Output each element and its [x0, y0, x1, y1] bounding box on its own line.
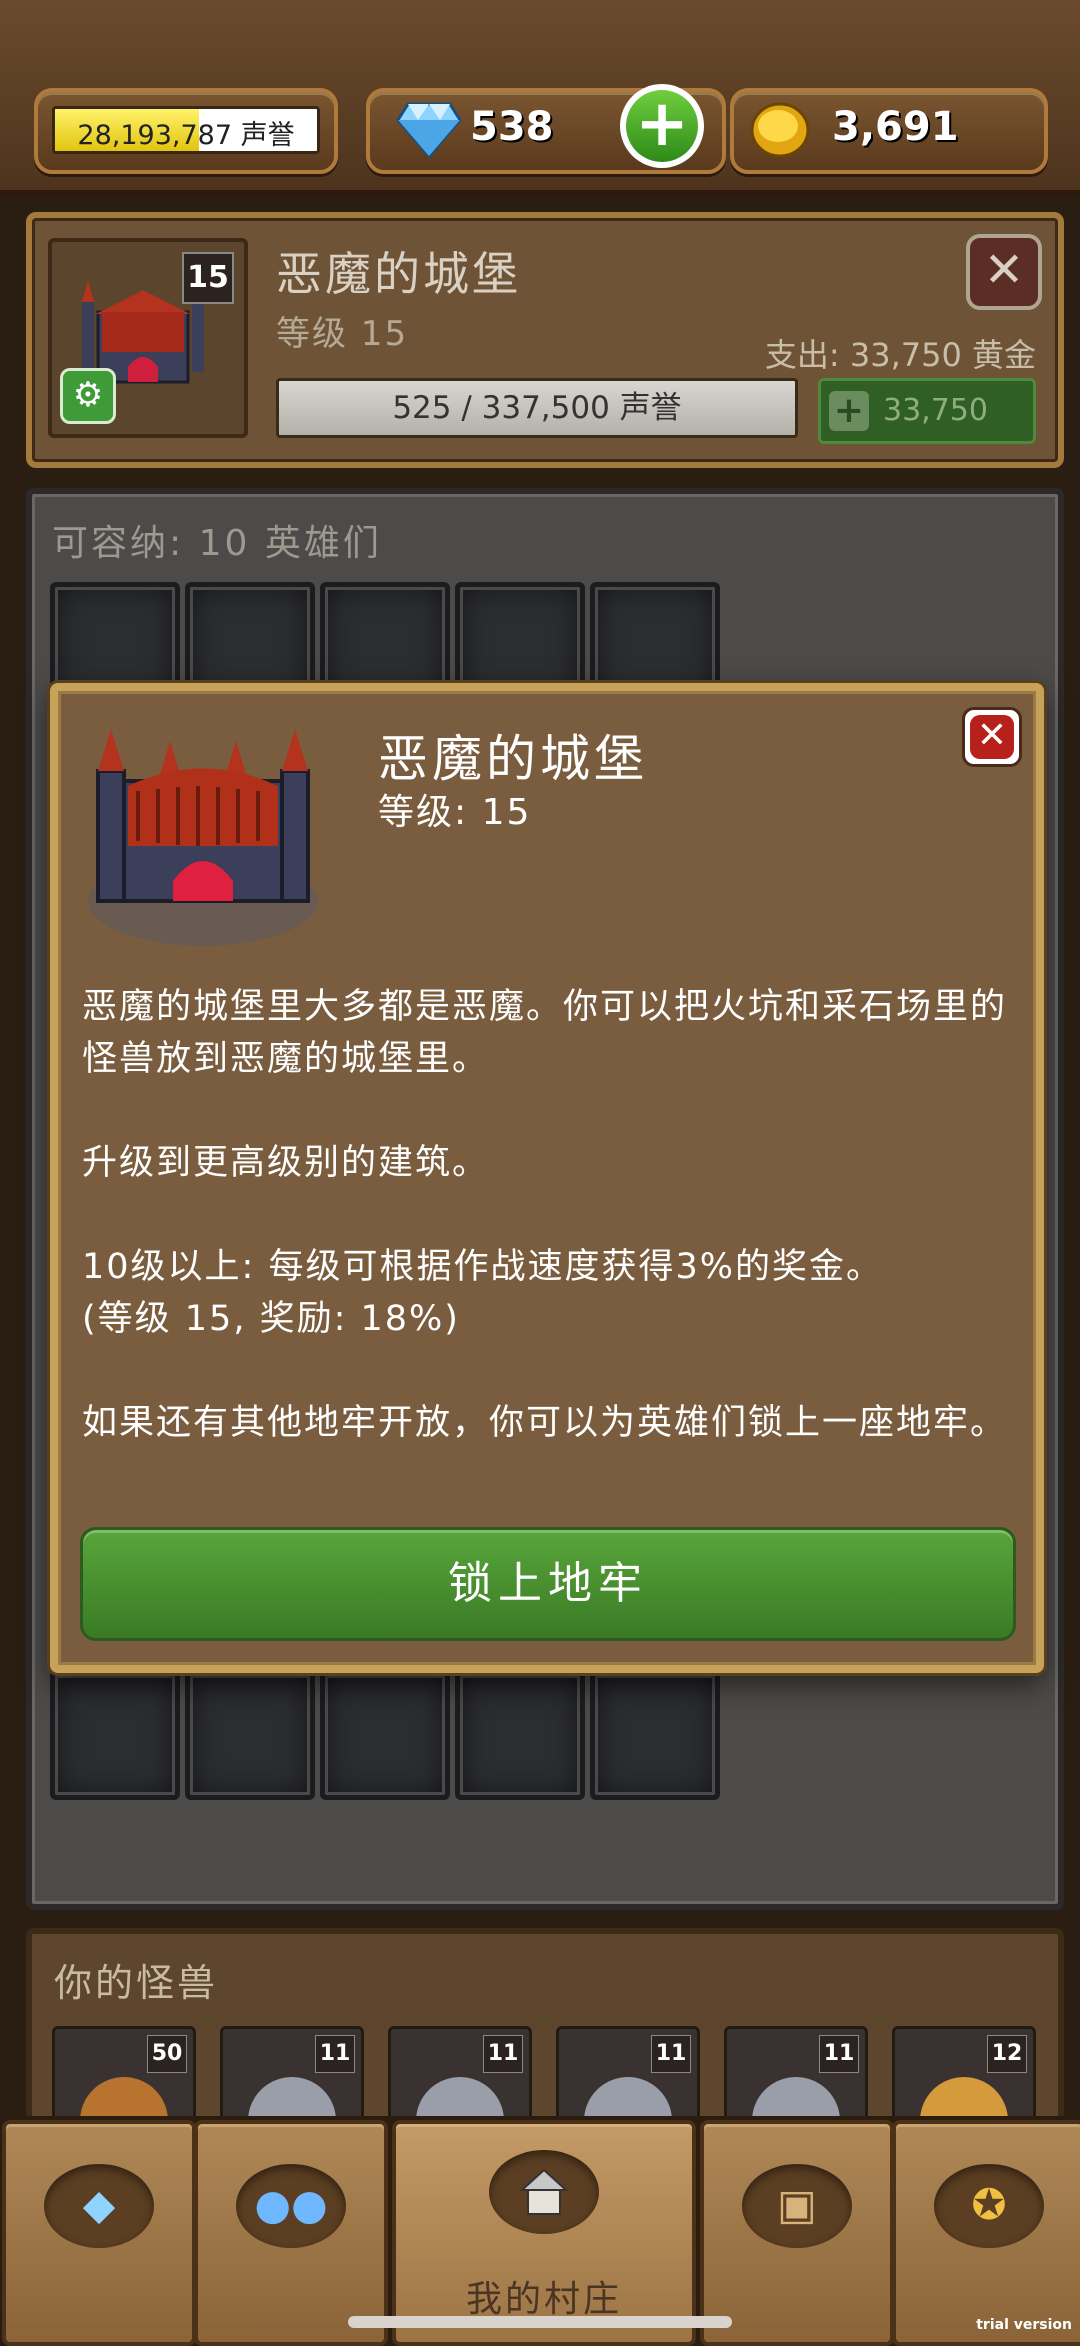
close-icon: ✕: [970, 715, 1014, 759]
monster-level-badge: 11: [315, 2035, 355, 2073]
dialog-description: 恶魔的城堡里大多都是恶魔。你可以把火坑和采石场里的怪兽放到恶魔的城堡里。 升级到…: [82, 981, 1012, 1501]
plus-icon: +: [829, 391, 869, 431]
upgrade-cost: 支出: 33,750 黄金: [764, 336, 1036, 374]
building-level: 等级 15: [276, 314, 409, 354]
description-paragraph: (等级 15, 奖励: 18%): [82, 1299, 460, 1339]
medal-icon: ✪: [971, 2180, 1007, 2229]
building-card: 15 ⚙ 恶魔的城堡 等级 15 ✕ 支出: 33,750 黄金 525 / 3…: [26, 212, 1064, 468]
dungeon-capacity: 可容纳: 10 英雄们: [52, 523, 382, 564]
plus-icon: +: [626, 90, 698, 162]
people-icon: ●●: [254, 2180, 328, 2229]
monster-level-badge: 11: [651, 2035, 691, 2073]
monster-level-badge: 50: [147, 2035, 187, 2073]
reputation-bar: 28,193,787 声誉: [52, 106, 320, 154]
reputation-text: 28,193,787 声誉: [77, 120, 295, 151]
home-indicator: [348, 2316, 732, 2328]
gear-icon[interactable]: ⚙: [60, 368, 116, 424]
gold-count: 3,691: [832, 104, 959, 150]
description-paragraph: 升级到更高级别的建筑。: [82, 1143, 490, 1183]
diamond-icon: ◆: [82, 2180, 116, 2229]
monster-level-badge: 11: [483, 2035, 523, 2073]
monster-level-badge: 11: [819, 2035, 859, 2073]
nav-village-button[interactable]: 我的村庄: [392, 2120, 696, 2346]
description-paragraph: 10级以上: 每级可根据作战速度获得3%的奖金。: [82, 1247, 883, 1287]
reputation-counter: 28,193,787 声誉: [34, 88, 338, 174]
trial-watermark: trial version: [976, 2317, 1072, 2333]
demon-castle-icon: [88, 729, 318, 946]
description-paragraph: 恶魔的城堡里大多都是恶魔。你可以把火坑和采石场里的怪兽放到恶魔的城堡里。: [82, 987, 1008, 1079]
reputation-progress: 525 / 337,500 声誉: [276, 378, 798, 438]
building-info-dialog: 恶魔的城堡 等级: 15 ✕ 恶魔的城堡里大多都是恶魔。你可以把火坑和采石场里的…: [50, 683, 1044, 1673]
treasure-chest-icon: ▣: [777, 2180, 817, 2229]
close-dialog-button[interactable]: ✕: [962, 707, 1022, 767]
monster-level-badge: 12: [987, 2035, 1027, 2073]
dungeon-cell[interactable]: [320, 1670, 450, 1800]
dungeon-cell[interactable]: [185, 1670, 315, 1800]
description-paragraph: 如果还有其他地牢开放，你可以为英雄们锁上一座地牢。: [82, 1403, 1008, 1443]
lock-dungeon-button[interactable]: 锁上地牢: [80, 1527, 1016, 1641]
dungeon-cell[interactable]: [50, 1670, 180, 1800]
gold-coin-icon: [750, 102, 810, 158]
upgrade-button[interactable]: + 33,750: [818, 378, 1036, 444]
upgrade-button-value: 33,750: [883, 393, 988, 428]
gold-counter: 3,691: [730, 88, 1048, 174]
nav-village-label: 我的村庄: [465, 2279, 622, 2320]
gem-count: 538: [470, 104, 554, 150]
dungeon-cell[interactable]: [590, 1670, 720, 1800]
nav-chest-button[interactable]: ▣: [700, 2120, 894, 2346]
building-title: 恶魔的城堡: [276, 247, 521, 301]
close-icon[interactable]: ✕: [966, 234, 1042, 310]
building-thumbnail[interactable]: 15 ⚙: [48, 238, 248, 438]
dialog-title: 恶魔的城堡: [378, 730, 648, 788]
dialog-level: 等级: 15: [378, 792, 532, 833]
add-gems-button[interactable]: +: [620, 84, 704, 168]
diamond-icon: [396, 102, 462, 158]
building-level-badge: 15: [182, 252, 234, 304]
monsters-title: 你的怪兽: [54, 1961, 219, 2005]
nav-achievements-button[interactable]: ✪: [892, 2120, 1080, 2346]
nav-heroes-button[interactable]: ●●: [194, 2120, 388, 2346]
dungeon-cell[interactable]: [455, 1670, 585, 1800]
nav-gems-button[interactable]: ◆: [2, 2120, 196, 2346]
house-icon: [519, 2168, 569, 2215]
